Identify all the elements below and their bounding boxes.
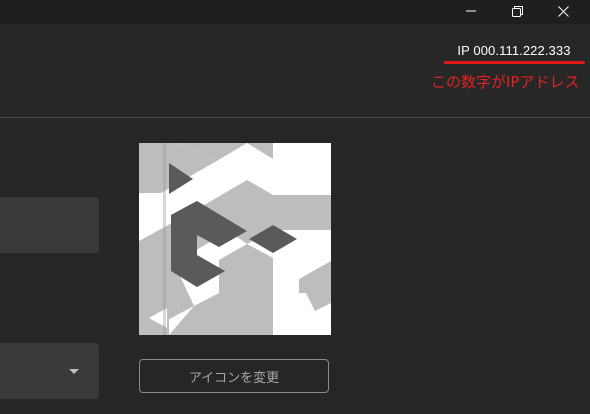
avatar bbox=[139, 143, 331, 335]
ip-address-text: IP 000.111.222.333 bbox=[457, 43, 571, 58]
close-icon bbox=[557, 5, 569, 17]
minimize-icon bbox=[466, 10, 476, 12]
name-input[interactable] bbox=[0, 197, 99, 253]
avatar-pattern bbox=[139, 143, 331, 335]
close-button[interactable] bbox=[540, 0, 586, 22]
app-window: IP 000.111.222.333 この数字がIPアドレス アイコンを変更 bbox=[0, 0, 590, 414]
ip-underline-mark bbox=[444, 61, 585, 64]
change-icon-button[interactable]: アイコンを変更 bbox=[139, 359, 329, 393]
maximize-button[interactable] bbox=[494, 0, 540, 22]
header-divider bbox=[0, 117, 590, 118]
select-dropdown[interactable] bbox=[0, 343, 99, 399]
chevron-down-icon bbox=[69, 369, 79, 374]
ip-annotation: この数字がIPアドレス bbox=[431, 73, 580, 91]
minimize-button[interactable] bbox=[448, 0, 494, 22]
restore-icon bbox=[511, 5, 523, 17]
